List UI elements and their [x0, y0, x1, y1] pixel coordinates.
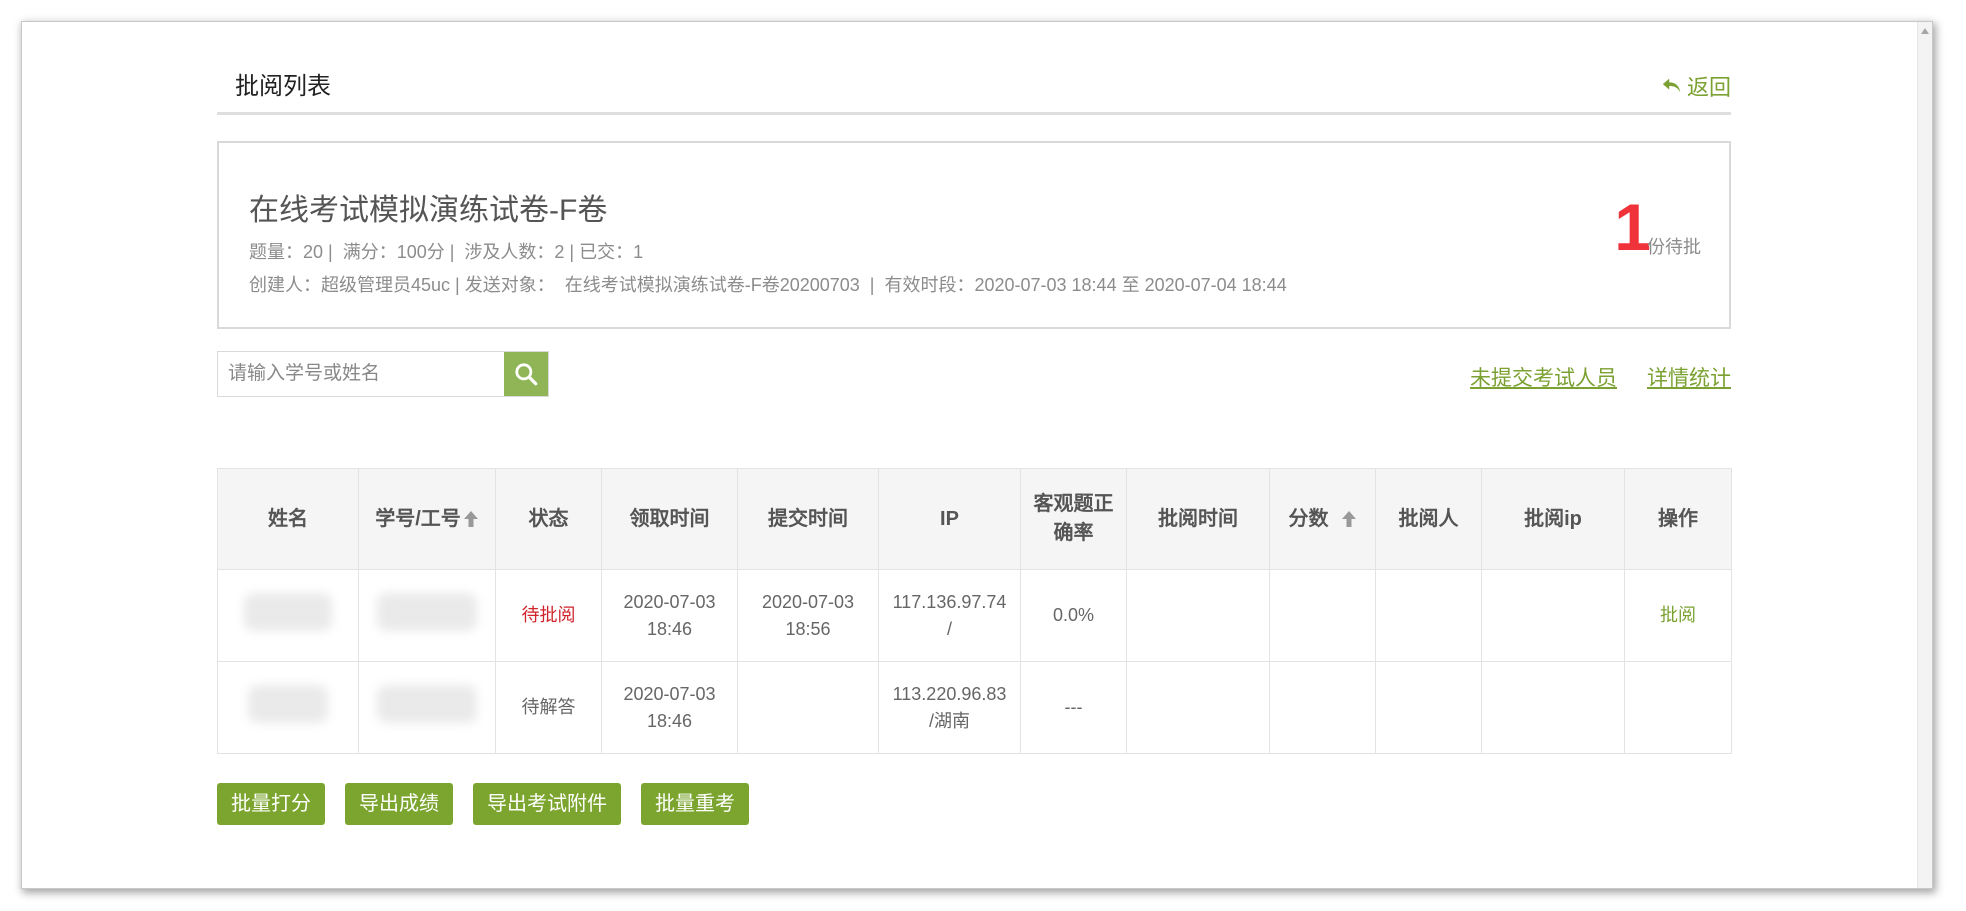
stats-link[interactable]: 详情统计	[1647, 362, 1731, 392]
return-arrow-icon	[1662, 78, 1681, 93]
exam-meta-details: 创建人：超级管理员45uc | 发送对象： 在线考试模拟演练试卷-F卷20200…	[249, 271, 1287, 297]
cell-name	[217, 569, 359, 662]
browser-window: 批阅列表 返回 在线考试模拟演练试卷-F卷 题量：20 | 满分：100分 | …	[22, 22, 1932, 888]
table-row: 待解答 2020-07-03 18:46 113.220.96.83/湖南 ---	[217, 661, 1732, 754]
cell-action	[1624, 661, 1732, 754]
redacted-name	[244, 592, 332, 631]
search-input[interactable]	[218, 352, 504, 396]
scroll-up-arrow-icon[interactable]	[1921, 28, 1929, 34]
cell-score	[1269, 661, 1376, 754]
vertical-scrollbar[interactable]	[1917, 22, 1932, 888]
search-box	[217, 351, 549, 397]
cell-status: 待批阅	[495, 569, 602, 662]
cell-reviewer-ip	[1481, 661, 1625, 754]
submit-clock: 18:56	[785, 618, 831, 639]
bottom-button-bar: 批量打分 导出成绩 导出考试附件 批量重考	[217, 783, 749, 825]
exam-title: 在线考试模拟演练试卷-F卷	[249, 194, 608, 227]
review-action-link[interactable]: 批阅	[1660, 605, 1696, 625]
redacted-name	[248, 684, 328, 723]
cell-receive-time: 2020-07-03 18:46	[601, 569, 738, 662]
cell-accuracy: 0.0%	[1020, 569, 1127, 662]
table-row: 待批阅 2020-07-03 18:46 2020-07-03 18:56 117.…	[217, 569, 1732, 662]
col-header-score-label: 分数	[1288, 507, 1329, 530]
col-header-status: 状态	[495, 468, 602, 570]
receive-clock: 18:46	[646, 618, 693, 639]
sort-up-icon[interactable]	[463, 510, 479, 528]
receive-clock: 18:46	[646, 710, 693, 731]
back-label: 返回	[1686, 75, 1731, 100]
receive-date: 2020-07-03	[623, 683, 716, 704]
cell-ip: 113.220.96.83/湖南	[878, 661, 1021, 754]
col-header-reviewer: 批阅人	[1375, 468, 1482, 570]
sort-up-icon[interactable]	[1341, 510, 1357, 528]
cell-submit-time	[737, 661, 879, 754]
col-header-reviewer-ip: 批阅ip	[1481, 468, 1625, 570]
batch-retake-button[interactable]: 批量重考	[641, 783, 749, 825]
search-icon	[515, 363, 538, 386]
col-header-name: 姓名	[217, 468, 359, 570]
top-links: 未提交考试人员 详情统计	[1470, 362, 1731, 392]
col-header-score[interactable]: 分数	[1269, 468, 1376, 570]
status-text: 待解答	[521, 697, 576, 717]
submit-date: 2020-07-03	[761, 591, 855, 612]
exam-meta-summary-text: 题量：20 | 满分：100分 | 涉及人数：2 | 已交：1	[249, 242, 644, 262]
page-header: 批阅列表 返回	[217, 22, 1731, 115]
cell-reviewer	[1375, 661, 1482, 754]
batch-score-button[interactable]: 批量打分	[217, 783, 325, 825]
col-header-action: 操作	[1624, 468, 1732, 570]
unsubmitted-link[interactable]: 未提交考试人员	[1470, 362, 1617, 392]
col-header-accuracy: 客观题正确率	[1020, 468, 1127, 570]
table-header-row: 姓名 学号/工号 状态 领取时间 提交时间 IP 客观题正确率 批阅时间 分数 …	[217, 468, 1732, 570]
redacted-id	[377, 684, 477, 723]
cell-action: 批阅	[1624, 569, 1732, 662]
cell-id	[358, 569, 496, 662]
pending-label: 份待批	[1647, 237, 1701, 257]
cell-submit-time: 2020-07-03 18:56	[737, 569, 879, 662]
back-link[interactable]: 返回	[1661, 70, 1731, 102]
cell-review-time	[1126, 569, 1270, 662]
exam-meta-details-text: 创建人：超级管理员45uc | 发送对象： 在线考试模拟演练试卷-F卷20200…	[249, 275, 1287, 295]
export-scores-button[interactable]: 导出成绩	[345, 783, 453, 825]
cell-status: 待解答	[495, 661, 602, 754]
col-header-id-label: 学号/工号	[375, 507, 461, 530]
page-title: 批阅列表	[235, 73, 331, 100]
ip-address: 113.220.96.83	[892, 683, 1007, 704]
col-header-review-time: 批阅时间	[1126, 468, 1270, 570]
search-button[interactable]	[504, 352, 548, 396]
cell-review-time	[1126, 661, 1270, 754]
col-header-id[interactable]: 学号/工号	[358, 468, 496, 570]
col-header-ip: IP	[878, 468, 1021, 570]
exam-meta-summary: 题量：20 | 满分：100分 | 涉及人数：2 | 已交：1	[249, 238, 643, 264]
exam-summary-card: 在线考试模拟演练试卷-F卷 题量：20 | 满分：100分 | 涉及人数：2 |…	[217, 141, 1731, 329]
receive-date: 2020-07-03	[623, 591, 716, 612]
cell-ip: 117.136.97.74 /	[878, 569, 1021, 662]
cell-accuracy: ---	[1020, 661, 1127, 754]
col-header-submit-time: 提交时间	[737, 468, 879, 570]
cell-receive-time: 2020-07-03 18:46	[601, 661, 738, 754]
redacted-id	[377, 592, 477, 631]
review-table: 姓名 学号/工号 状态 领取时间 提交时间 IP 客观题正确率 批阅时间 分数 …	[217, 468, 1732, 754]
col-header-receive-time: 领取时间	[601, 468, 738, 570]
cell-reviewer-ip	[1481, 569, 1625, 662]
status-text: 待批阅	[521, 605, 576, 625]
cell-name	[217, 661, 359, 754]
export-attachments-button[interactable]: 导出考试附件	[473, 783, 621, 825]
main-content: 批阅列表 返回 在线考试模拟演练试卷-F卷 题量：20 | 满分：100分 | …	[217, 22, 1732, 825]
ip-address: 117.136.97.74	[892, 591, 1007, 612]
cell-id	[358, 661, 496, 754]
ip-location: /湖南	[928, 710, 970, 731]
ip-location: /	[946, 618, 952, 639]
pending-count: 1	[1614, 190, 1651, 264]
cell-score	[1269, 569, 1376, 662]
cell-reviewer	[1375, 569, 1482, 662]
